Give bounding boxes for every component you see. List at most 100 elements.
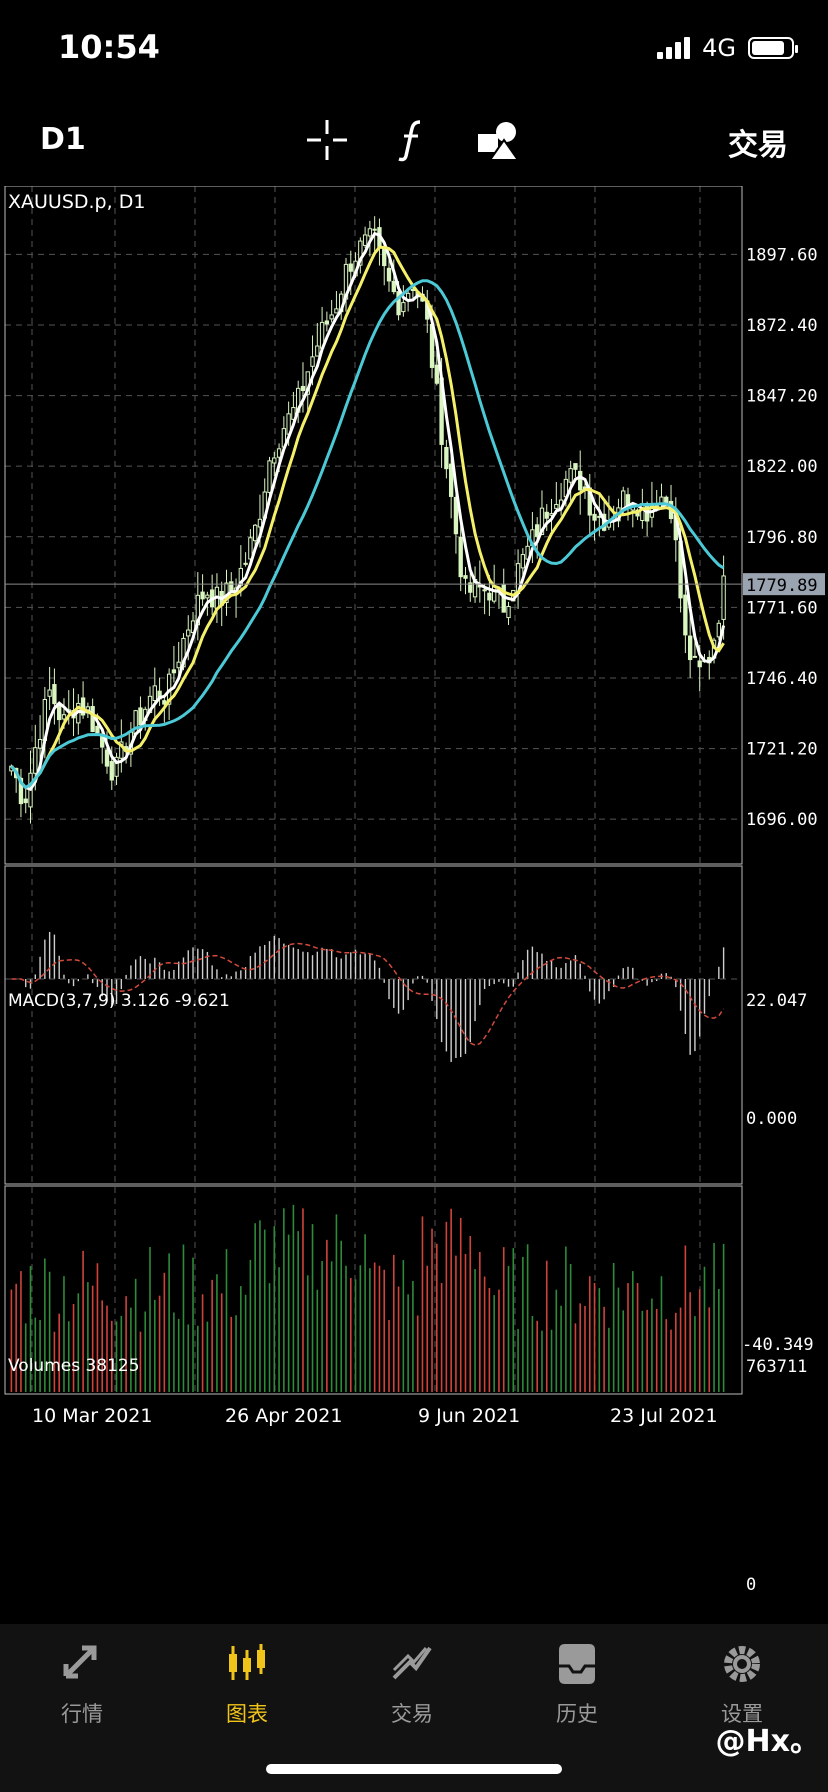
- candle-body: [272, 457, 277, 464]
- candle-body: [362, 234, 368, 246]
- crosshair-icon[interactable]: [303, 116, 351, 164]
- candle-body: [243, 562, 248, 565]
- date-tick-label: 10 Mar 2021: [32, 1405, 152, 1427]
- chart-area[interactable]: 1897.60 1872.40 1847.20 1822.00 1796.80 1771.…: [0, 185, 828, 1606]
- candle-body: [23, 798, 28, 804]
- trade-button[interactable]: 交易: [728, 120, 788, 164]
- tab-4[interactable]: 设置: [682, 1640, 802, 1728]
- history-icon: [559, 1644, 595, 1684]
- volume-label: Volumes 38125: [8, 1356, 140, 1376]
- candle-body: [463, 575, 468, 579]
- candle-body: [434, 364, 439, 384]
- price-chart[interactable]: 1897.60 1872.40 1847.20 1822.00 1796.80 1771.…: [0, 185, 828, 1606]
- candle-body: [687, 635, 693, 661]
- watermark: @Hx。: [715, 1724, 820, 1759]
- candle-body: [61, 714, 67, 720]
- candle-body: [229, 581, 234, 591]
- candle-body: [152, 685, 157, 702]
- candle-body: [535, 524, 540, 537]
- gear-icon: [724, 1646, 760, 1682]
- candle-body: [506, 605, 511, 619]
- date-tick-label: 9 Jun 2021: [418, 1405, 520, 1427]
- candle-body: [104, 749, 110, 767]
- status-time: 10:54: [58, 28, 160, 66]
- candle-body: [367, 228, 373, 237]
- candle-body: [138, 707, 143, 726]
- candle-body: [568, 468, 573, 483]
- candle-body: [544, 511, 549, 519]
- price-tick-label: 1771.60: [746, 598, 818, 618]
- candle-body: [692, 655, 698, 658]
- candle-body: [310, 356, 315, 367]
- battery-icon: [748, 37, 798, 59]
- quotes-icon: [63, 1645, 97, 1679]
- candle-body: [90, 706, 95, 733]
- price-tick-label: 1696.00: [746, 810, 818, 830]
- candle-body: [697, 660, 702, 668]
- candle-body: [205, 594, 210, 599]
- candle-body: [95, 725, 100, 734]
- network-label: 4G: [702, 34, 736, 62]
- candle-body: [386, 267, 392, 282]
- trade-icon: [392, 1646, 432, 1680]
- candle-body: [47, 689, 52, 697]
- date-tick-label: 26 Apr 2021: [225, 1405, 342, 1427]
- chart-grid: [5, 186, 742, 1394]
- chart-candles-icon: [229, 1644, 265, 1680]
- candle-body: [33, 747, 38, 774]
- candle-body: [391, 280, 396, 293]
- candle-body: [52, 684, 57, 705]
- candle-body: [252, 524, 258, 542]
- candle-body: [109, 761, 114, 781]
- price-tick-label: 1897.60: [746, 245, 818, 265]
- candle-body: [324, 320, 330, 325]
- timeframe-button[interactable]: D1: [40, 122, 86, 157]
- macd-pane-border: [4, 865, 743, 1185]
- candle-body: [133, 710, 138, 735]
- price-tick-label: 1822.00: [746, 457, 818, 477]
- candle-body: [186, 629, 191, 637]
- candle-body: [592, 513, 597, 521]
- macd-ymax: 22.047: [746, 991, 807, 1011]
- candle-body: [372, 228, 377, 231]
- candle-body: [573, 463, 578, 470]
- sma-slow-line: [10, 279, 725, 790]
- candle-body: [329, 314, 334, 320]
- tab-1[interactable]: 图表: [187, 1640, 307, 1728]
- price-tick-label: 1796.80: [746, 528, 818, 548]
- candle-body: [315, 345, 320, 357]
- candle-body: [401, 302, 406, 313]
- candle-body: [171, 669, 177, 674]
- price-tick-label: 1847.20: [746, 387, 818, 407]
- candle-body: [520, 554, 526, 569]
- price-tick-label: 1721.20: [746, 740, 818, 760]
- home-indicator[interactable]: [266, 1764, 562, 1774]
- chart-title: XAUUSD.p, D1: [8, 191, 145, 213]
- status-indicators: 4G: [657, 34, 798, 62]
- candle-body: [683, 594, 688, 636]
- candle-body: [348, 263, 353, 272]
- tab-2[interactable]: 交易: [352, 1640, 472, 1728]
- tab-label: 交易: [391, 1702, 433, 1726]
- tab-label: 历史: [556, 1702, 598, 1726]
- candle-body: [257, 518, 263, 528]
- chart-axes: 1897.60 1872.40 1847.20 1822.00 1796.80 1771.…: [4, 185, 825, 1427]
- volume-ymax: 763711: [746, 1357, 807, 1377]
- candle-body: [37, 739, 43, 749]
- macd-yzero: 0.000: [746, 1109, 797, 1129]
- candle-body: [597, 515, 602, 518]
- price-tick-label: 1872.40: [746, 316, 818, 336]
- tab-label: 行情: [61, 1702, 103, 1726]
- tab-3[interactable]: 历史: [517, 1640, 637, 1728]
- indicator-icon[interactable]: [390, 116, 438, 164]
- price-tick-label: 1746.40: [746, 669, 818, 689]
- candle-body: [267, 460, 272, 493]
- objects-icon[interactable]: [474, 116, 522, 164]
- volume-ymin: 0: [746, 1575, 756, 1595]
- macd-label: MACD(3,7,9) 3.126 -9.621: [8, 991, 230, 1011]
- macd-ymin: -40.349: [742, 1335, 814, 1355]
- tab-label: 图表: [226, 1702, 268, 1726]
- candle-body: [491, 585, 497, 602]
- candle-body: [200, 591, 205, 600]
- tab-0[interactable]: 行情: [22, 1640, 142, 1728]
